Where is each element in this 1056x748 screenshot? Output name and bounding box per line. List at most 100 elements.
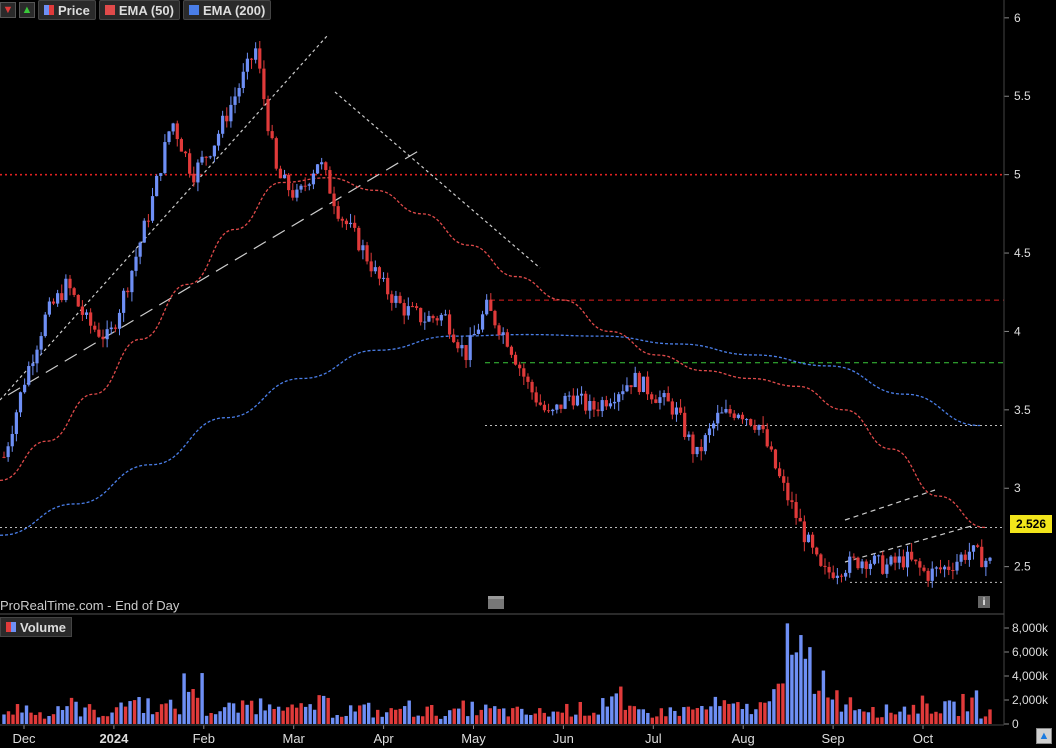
x-tick-label: Mar xyxy=(283,731,306,746)
volume-bar xyxy=(335,715,339,724)
volume-bar xyxy=(686,706,691,724)
y-tick-label: 2.5 xyxy=(1014,560,1031,574)
candle-body xyxy=(117,312,122,329)
candle xyxy=(819,553,823,568)
candle-body xyxy=(856,557,860,569)
candle-body xyxy=(167,131,171,143)
candle-body xyxy=(695,446,699,455)
volume-bar xyxy=(222,707,227,724)
candle xyxy=(637,371,641,395)
candle-body xyxy=(216,133,221,146)
candle-body xyxy=(893,556,897,563)
candle-body xyxy=(938,567,943,570)
candle-body xyxy=(740,414,745,420)
volume-bar xyxy=(146,698,150,724)
volume-bar xyxy=(123,706,128,724)
candle-body xyxy=(959,554,963,562)
arrow-down-icon[interactable]: ▼ xyxy=(0,2,16,18)
candle-body xyxy=(320,162,324,165)
x-tick-label: Jun xyxy=(553,731,574,746)
volume-bar xyxy=(47,716,51,724)
candle-body xyxy=(130,270,134,293)
candle xyxy=(315,164,320,175)
candle-body xyxy=(270,131,274,139)
candle-body xyxy=(142,220,146,243)
volume-bar xyxy=(758,702,763,724)
volume-bar xyxy=(389,708,393,724)
candle-body xyxy=(357,227,361,251)
candle xyxy=(357,225,361,252)
volume-bar xyxy=(240,700,245,724)
volume-bar xyxy=(128,701,132,724)
volume-bar xyxy=(961,693,965,724)
info-icon[interactable]: i xyxy=(978,596,990,608)
volume-bar xyxy=(709,706,713,724)
volume-bar xyxy=(101,715,105,724)
volume-bar xyxy=(659,708,664,724)
candle-body xyxy=(596,409,600,412)
candle-body xyxy=(897,556,901,563)
volume-bar xyxy=(51,714,56,724)
volume-bar xyxy=(137,697,141,724)
candle-body xyxy=(311,173,316,185)
price-chart[interactable]: 6 5.5 5 4.5 4 3.5 3 2.5 8,000k 6,000k 4,000k 2,000… xyxy=(0,0,1056,748)
candle-body xyxy=(468,335,472,361)
candle-body xyxy=(683,412,687,438)
volume-bar xyxy=(502,708,506,724)
candle xyxy=(274,136,278,171)
candle-body xyxy=(410,306,415,308)
volume-bar xyxy=(177,714,182,724)
volume-bar xyxy=(74,701,78,724)
candle-body xyxy=(542,404,547,411)
candle-body xyxy=(122,290,126,313)
volume-bar xyxy=(11,714,15,724)
arrow-up-icon[interactable]: ▲ xyxy=(19,2,35,18)
candle-body xyxy=(967,551,971,560)
legend-volume[interactable]: Volume xyxy=(0,617,72,637)
volume-bar xyxy=(871,707,875,724)
candle-body xyxy=(522,368,526,377)
candle-body xyxy=(10,433,14,447)
candle-body xyxy=(447,314,452,335)
candle-body xyxy=(249,58,254,60)
volume-bar xyxy=(380,716,384,724)
volume-bar xyxy=(650,717,655,724)
volume-bar xyxy=(155,712,159,724)
volume-bar xyxy=(204,715,209,724)
last-price-tag: 2.526 xyxy=(1010,515,1052,533)
candle xyxy=(179,137,183,152)
candle-body xyxy=(588,401,592,411)
candle-body xyxy=(839,575,844,577)
legend-price[interactable]: Price xyxy=(38,0,96,20)
candle xyxy=(266,95,270,136)
volume-bar xyxy=(704,709,709,724)
volume-bar xyxy=(258,698,263,724)
scroll-up-icon[interactable]: ▲ xyxy=(1036,728,1052,744)
volume-bar xyxy=(911,704,916,724)
volume-bar xyxy=(15,704,20,724)
candle-body xyxy=(47,301,51,315)
volume-bar xyxy=(866,712,871,724)
candle-body xyxy=(373,267,377,272)
candle-body xyxy=(645,376,650,395)
calendar-icon[interactable] xyxy=(488,596,504,609)
legend-ema50[interactable]: EMA (50) xyxy=(98,0,180,20)
x-tick-label: 2024 xyxy=(99,731,129,746)
volume-bar xyxy=(884,704,889,724)
candle-body xyxy=(113,327,117,329)
volume-bar xyxy=(938,713,943,724)
volume-bar xyxy=(339,716,344,724)
volume-bar xyxy=(979,718,983,724)
volume-bar xyxy=(105,716,110,724)
volume-bar xyxy=(578,701,582,724)
candle-body xyxy=(971,545,976,552)
legend-ema200[interactable]: EMA (200) xyxy=(182,0,272,20)
candle-body xyxy=(35,349,39,364)
candle-body xyxy=(914,559,918,562)
volume-bar xyxy=(641,709,646,724)
volume-bar xyxy=(695,708,700,724)
candle-body xyxy=(105,329,109,340)
volume-bar xyxy=(209,713,213,724)
volume-bar xyxy=(916,713,920,724)
candle-body xyxy=(192,173,196,183)
